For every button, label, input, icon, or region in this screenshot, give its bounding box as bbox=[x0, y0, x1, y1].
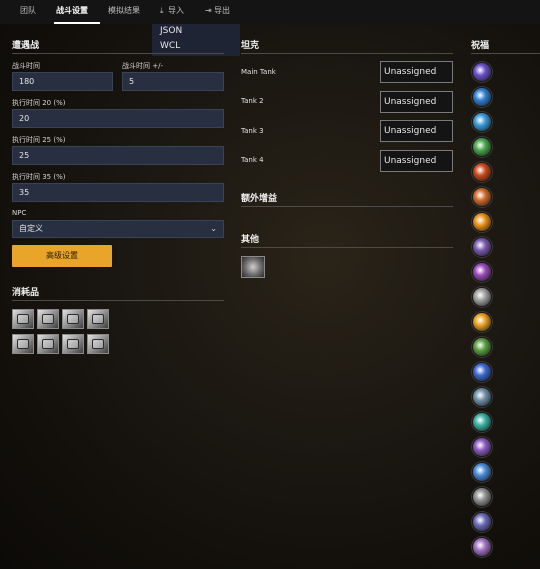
blessing-icon[interactable] bbox=[472, 412, 492, 432]
top-nav: 团队 战斗设置 模拟结果 ⤓ 导入 ⇥ 导出 bbox=[0, 0, 540, 24]
tank-2-select[interactable]: Unassigned bbox=[380, 91, 453, 113]
npc-select[interactable]: 自定义 ⌄ bbox=[12, 220, 224, 238]
tank-3-select[interactable]: Unassigned bbox=[380, 120, 453, 142]
npc-select-value: 自定义 bbox=[19, 224, 43, 233]
divider bbox=[241, 206, 453, 207]
blessing-icon[interactable] bbox=[472, 137, 492, 157]
blessings-heading: 祝福 bbox=[471, 41, 490, 51]
download-icon: ⤓ bbox=[160, 6, 164, 15]
blessing-icon[interactable] bbox=[472, 212, 492, 232]
blessing-icon[interactable] bbox=[472, 162, 492, 182]
tank-main-select[interactable]: Unassigned bbox=[380, 61, 453, 83]
blessing-icon[interactable] bbox=[472, 512, 492, 532]
consumable-icon[interactable] bbox=[37, 334, 59, 354]
exec25-input[interactable]: 25 bbox=[12, 146, 224, 165]
tank-3-label: Tank 3 bbox=[241, 127, 264, 135]
tank-4-label: Tank 4 bbox=[241, 156, 264, 164]
blessing-icon[interactable] bbox=[472, 437, 492, 457]
exec20-input[interactable]: 20 bbox=[12, 109, 224, 128]
divider bbox=[471, 53, 540, 54]
tank-main-label: Main Tank bbox=[241, 68, 276, 76]
npc-label: NPC bbox=[12, 209, 27, 217]
blessing-icon[interactable] bbox=[472, 312, 492, 332]
variation-label: 战斗时间 +/- bbox=[122, 62, 163, 70]
exec35-input[interactable]: 35 bbox=[12, 183, 224, 202]
encounter-heading: 遭遇战 bbox=[12, 41, 40, 51]
tank-4-select[interactable]: Unassigned bbox=[380, 150, 453, 172]
import-wcl-item[interactable]: WCL bbox=[160, 41, 180, 51]
blessing-icon[interactable] bbox=[472, 87, 492, 107]
export-icon: ⇥ bbox=[205, 6, 212, 15]
blessing-icon[interactable] bbox=[472, 487, 492, 507]
tab-export-label: 导出 bbox=[214, 6, 230, 15]
blessing-icon[interactable] bbox=[472, 287, 492, 307]
divider bbox=[12, 53, 224, 54]
consumables-heading: 消耗品 bbox=[12, 288, 40, 298]
blessing-icon[interactable] bbox=[472, 537, 492, 557]
variation-input[interactable]: 5 bbox=[122, 72, 224, 91]
exec25-label: 执行时间 25 (%) bbox=[12, 136, 66, 144]
blessing-icon[interactable] bbox=[472, 112, 492, 132]
exec20-label: 执行时间 20 (%) bbox=[12, 99, 66, 107]
duration-label: 战斗时间 bbox=[12, 62, 40, 70]
tab-import-label: 导入 bbox=[168, 6, 184, 15]
tab-fight-settings[interactable]: 战斗设置 bbox=[54, 0, 100, 24]
blessing-icon[interactable] bbox=[472, 237, 492, 257]
blessing-icon[interactable] bbox=[472, 462, 492, 482]
divider bbox=[241, 53, 453, 54]
consumable-icon[interactable] bbox=[62, 309, 84, 329]
blessing-icon[interactable] bbox=[472, 387, 492, 407]
divider bbox=[12, 300, 224, 301]
consumable-icon[interactable] bbox=[87, 334, 109, 354]
consumable-icon[interactable] bbox=[12, 309, 34, 329]
exec35-label: 执行时间 35 (%) bbox=[12, 173, 66, 181]
other-heading: 其他 bbox=[241, 235, 260, 245]
consumable-icon[interactable] bbox=[62, 334, 84, 354]
blessing-icon[interactable] bbox=[472, 187, 492, 207]
other-buff-icon[interactable] bbox=[241, 256, 265, 278]
import-dropdown-menu: JSON WCL bbox=[152, 24, 240, 56]
tab-sim-results[interactable]: 模拟结果 bbox=[108, 0, 140, 24]
consumable-icon[interactable] bbox=[12, 334, 34, 354]
blessing-icon[interactable] bbox=[472, 362, 492, 382]
duration-input[interactable]: 180 bbox=[12, 72, 113, 91]
tank-2-label: Tank 2 bbox=[241, 97, 264, 105]
tab-import[interactable]: ⤓ 导入 bbox=[160, 0, 184, 24]
tanks-heading: 坦克 bbox=[241, 41, 260, 51]
consumable-icon[interactable] bbox=[37, 309, 59, 329]
import-json-item[interactable]: JSON bbox=[160, 26, 182, 36]
tab-export[interactable]: ⇥ 导出 bbox=[205, 0, 230, 24]
blessing-icon[interactable] bbox=[472, 262, 492, 282]
tab-team[interactable]: 团队 bbox=[20, 0, 36, 24]
blessing-icon[interactable] bbox=[472, 337, 492, 357]
divider bbox=[241, 247, 453, 248]
consumable-icon[interactable] bbox=[87, 309, 109, 329]
advanced-settings-button[interactable]: 高级设置 bbox=[12, 245, 112, 267]
chevron-down-icon: ⌄ bbox=[210, 224, 217, 233]
external-buffs-heading: 额外增益 bbox=[241, 194, 278, 204]
blessing-icon[interactable] bbox=[472, 62, 492, 82]
